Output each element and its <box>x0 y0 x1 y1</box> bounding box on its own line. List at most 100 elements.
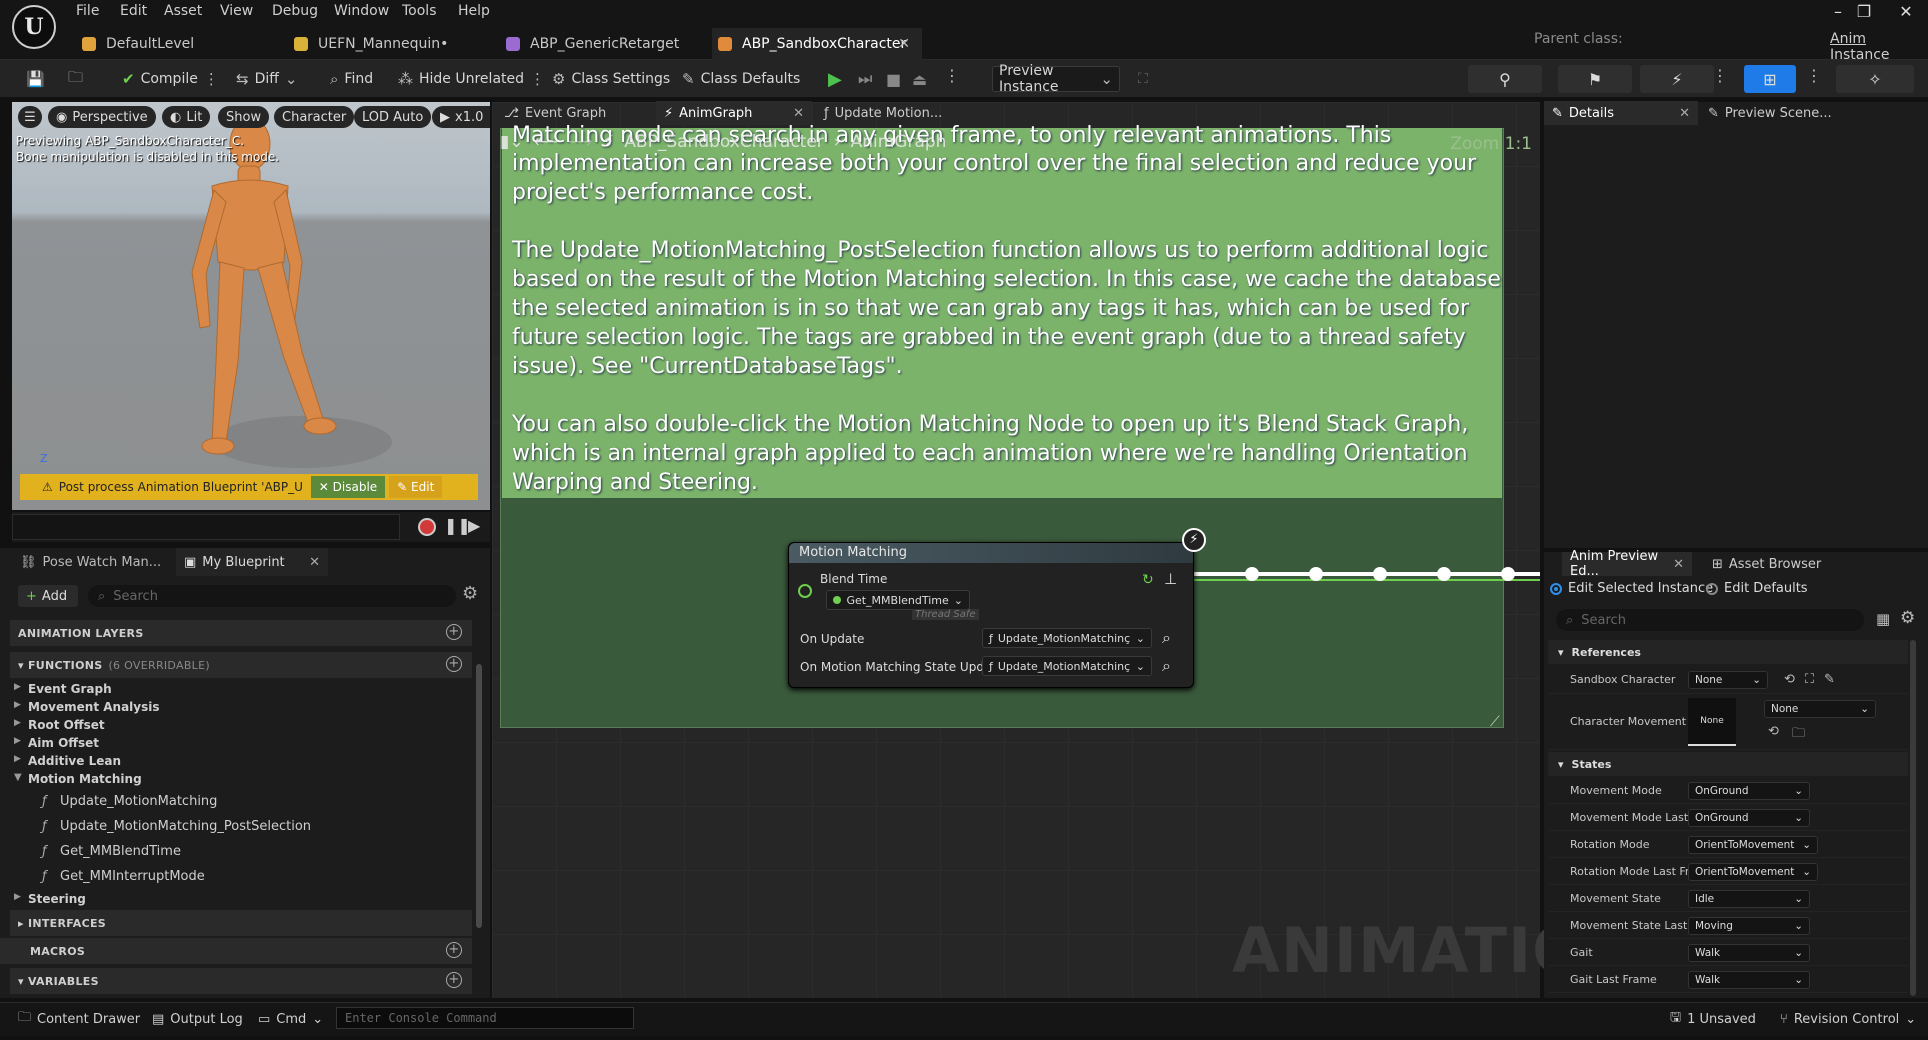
browse-icon[interactable]: 🗀 <box>1792 724 1805 746</box>
hide-unrelated-button[interactable]: ⁂ Hide Unrelated ⋮ <box>392 66 551 92</box>
bookmark-icon[interactable]: ▮⌄ <box>500 132 524 152</box>
use-selected-icon[interactable]: ⟲ <box>1784 672 1795 687</box>
viewport-menu-icon[interactable]: ☰ <box>18 106 42 128</box>
on-state-dropdown[interactable]: ƒ Update_MotionMatchinç ⌄ <box>982 656 1152 676</box>
animation-mode-icon[interactable]: ⚡ <box>1640 65 1714 93</box>
thumbnail[interactable]: None <box>1688 697 1736 746</box>
movement-mode-dropdown[interactable]: OnGround ⌄ <box>1688 781 1810 800</box>
pin-icon[interactable] <box>798 584 812 598</box>
gear-icon[interactable]: ⚙ <box>1900 608 1915 628</box>
play-icon[interactable]: ▶ <box>822 66 848 92</box>
function-get-mm-blend-time[interactable]: Get_MMBlendTime <box>60 844 181 859</box>
function-update-post-selection[interactable]: Update_MotionMatching_PostSelection <box>60 819 311 834</box>
function-root-offset[interactable]: Root Offset <box>28 718 105 732</box>
resize-handle-icon[interactable]: ⟋ <box>1490 714 1500 730</box>
movement-state-dropdown[interactable]: Idle ⌄ <box>1688 889 1810 908</box>
breadcrumb-blueprint[interactable]: ABP_SandboxCharacter <box>624 132 823 152</box>
disable-button[interactable]: ✕ Disable <box>310 476 386 498</box>
pause-icon[interactable]: ❚❚ <box>444 516 471 535</box>
movement-mode-last-dropdown[interactable]: OnGround ⌄ <box>1688 808 1810 827</box>
menu-file[interactable]: File <box>76 3 99 19</box>
pick-actor-icon[interactable]: ⛶ <box>1805 672 1814 687</box>
physics-mode-icon[interactable]: ✧ <box>1836 65 1914 93</box>
menu-asset[interactable]: Asset <box>164 3 202 19</box>
tab-pose-watch[interactable]: ⛓ Pose Watch Man... <box>12 548 176 576</box>
close-tab-icon[interactable]: ✕ <box>793 106 804 121</box>
add-circle-icon[interactable]: + <box>446 656 462 672</box>
menu-tools[interactable]: Tools <box>402 3 437 19</box>
save-icon[interactable]: 💾 <box>20 66 51 92</box>
more-icon[interactable]: ⋮ <box>204 70 219 88</box>
cmd-dropdown[interactable]: ▭ Cmd ⌄ <box>258 1008 323 1030</box>
content-drawer-button[interactable]: 🗀 Content Drawer <box>18 1008 140 1030</box>
show-button[interactable]: Show <box>218 106 270 128</box>
menu-window[interactable]: Window <box>334 3 389 19</box>
close-tab-icon[interactable]: ✕ <box>1673 557 1684 572</box>
diff-button[interactable]: ⇆ Diff ⌄ <box>230 66 303 92</box>
more-icon[interactable]: ⋮ <box>1806 66 1822 85</box>
function-movement-analysis[interactable]: Movement Analysis <box>28 700 160 714</box>
edit-button[interactable]: ✎ Edit <box>389 476 443 498</box>
edit-defaults-radio[interactable]: Edit Defaults <box>1706 581 1808 596</box>
forward-arrow-icon[interactable]: ⟶ <box>568 132 592 152</box>
perspective-button[interactable]: ◉ Perspective <box>48 106 156 128</box>
add-button[interactable]: + Add <box>18 585 78 607</box>
unreal-logo-icon[interactable]: U <box>12 5 56 49</box>
timeline-scrub[interactable] <box>12 514 400 540</box>
tab-preview-scene[interactable]: ✎ Preview Scene... <box>1700 101 1850 125</box>
edit-selected-radio[interactable]: Edit Selected Instance <box>1550 581 1713 596</box>
section-states[interactable]: ▾ States <box>1548 752 1908 776</box>
blend-time-dropdown[interactable]: Get_MMBlendTime ⌄ <box>826 590 970 610</box>
scrollbar[interactable] <box>476 664 482 928</box>
section-functions[interactable]: ▾ FUNCTIONS (6 OVERRIDABLE) + <box>10 652 472 678</box>
preview-instance-dropdown[interactable]: Preview Instance ⌄ <box>992 63 1120 95</box>
unsaved-button[interactable]: 🖫 1 Unsaved <box>1670 1008 1756 1030</box>
gear-icon[interactable]: ⚙ <box>462 583 478 604</box>
menu-debug[interactable]: Debug <box>272 3 318 19</box>
close-tab-icon[interactable]: ✕ <box>309 555 320 570</box>
console-input[interactable]: Enter Console Command <box>336 1007 634 1029</box>
search-icon[interactable]: ⌕ <box>1162 628 1171 648</box>
parent-class-value[interactable]: Anim Instance <box>1830 31 1928 63</box>
find-button[interactable]: ⌕ Find <box>324 66 379 92</box>
on-update-dropdown[interactable]: ƒ Update_MotionMatchinç ⌄ <box>982 628 1152 648</box>
tab-abp-generic-retarget[interactable]: ABP_GenericRetarget <box>500 28 710 60</box>
blueprint-mode-icon[interactable]: ⊞ <box>1744 65 1796 93</box>
character-movement-dropdown[interactable]: None ⌄ <box>1764 700 1876 718</box>
rotation-mode-last-dropdown[interactable]: OrientToMovement ⌄ <box>1688 862 1818 881</box>
playback-speed-button[interactable]: ▶ x1.0 <box>432 106 490 128</box>
more-icon[interactable]: ⋮ <box>1712 66 1728 85</box>
add-circle-icon[interactable]: + <box>446 972 462 988</box>
debug-filter-icon[interactable]: ⛶ <box>1132 66 1154 92</box>
tab-abp-sandbox-character[interactable]: ABP_SandboxCharacter ✕ <box>712 28 922 60</box>
menu-help[interactable]: Help <box>458 3 490 19</box>
tab-anim-preview-editor[interactable]: Anim Preview Ed... ✕ <box>1562 549 1692 579</box>
close-window-icon[interactable]: ✕ <box>1888 0 1924 24</box>
pin-node-icon[interactable]: ⊥ <box>1164 570 1177 588</box>
compile-button[interactable]: ✔ Compile ⋮ <box>116 66 225 92</box>
section-variables[interactable]: ▾ VARIABLES + <box>10 968 472 994</box>
scrollbar[interactable] <box>1910 640 1916 996</box>
eject-icon[interactable]: ⏏ <box>906 66 933 92</box>
add-circle-icon[interactable]: + <box>446 942 462 958</box>
eyedropper-icon[interactable]: ✎ <box>1824 672 1835 687</box>
search-icon[interactable]: ⌕ <box>1162 656 1171 676</box>
lod-button[interactable]: LOD Auto <box>354 106 432 128</box>
tab-default-level[interactable]: DefaultLevel <box>76 28 286 60</box>
output-log-button[interactable]: ▤ Output Log <box>152 1008 243 1030</box>
record-icon[interactable] <box>418 518 436 536</box>
menu-edit[interactable]: Edit <box>120 3 147 19</box>
tab-uefn-mannequin[interactable]: UEFN_Mannequin• <box>288 28 498 60</box>
more-icon[interactable]: ⋮ <box>944 66 960 85</box>
breadcrumb-graph[interactable]: AnimGraph <box>851 132 947 152</box>
rotation-mode-dropdown[interactable]: OrientToMovement ⌄ <box>1688 835 1818 854</box>
close-tab-icon[interactable]: ✕ <box>898 36 910 52</box>
gait-last-frame-dropdown[interactable]: Walk ⌄ <box>1688 970 1810 989</box>
sandbox-character-dropdown[interactable]: None ⌄ <box>1688 670 1768 689</box>
details-search-input[interactable]: ⌕ Search <box>1556 609 1864 631</box>
character-button[interactable]: Character <box>274 106 355 128</box>
function-additive-lean[interactable]: Additive Lean <box>28 754 121 768</box>
revision-control-button[interactable]: ⑂ Revision Control ⌄ <box>1780 1008 1916 1030</box>
section-macros[interactable]: MACROS + <box>0 938 472 964</box>
refresh-icon[interactable]: ↻ <box>1142 572 1154 588</box>
